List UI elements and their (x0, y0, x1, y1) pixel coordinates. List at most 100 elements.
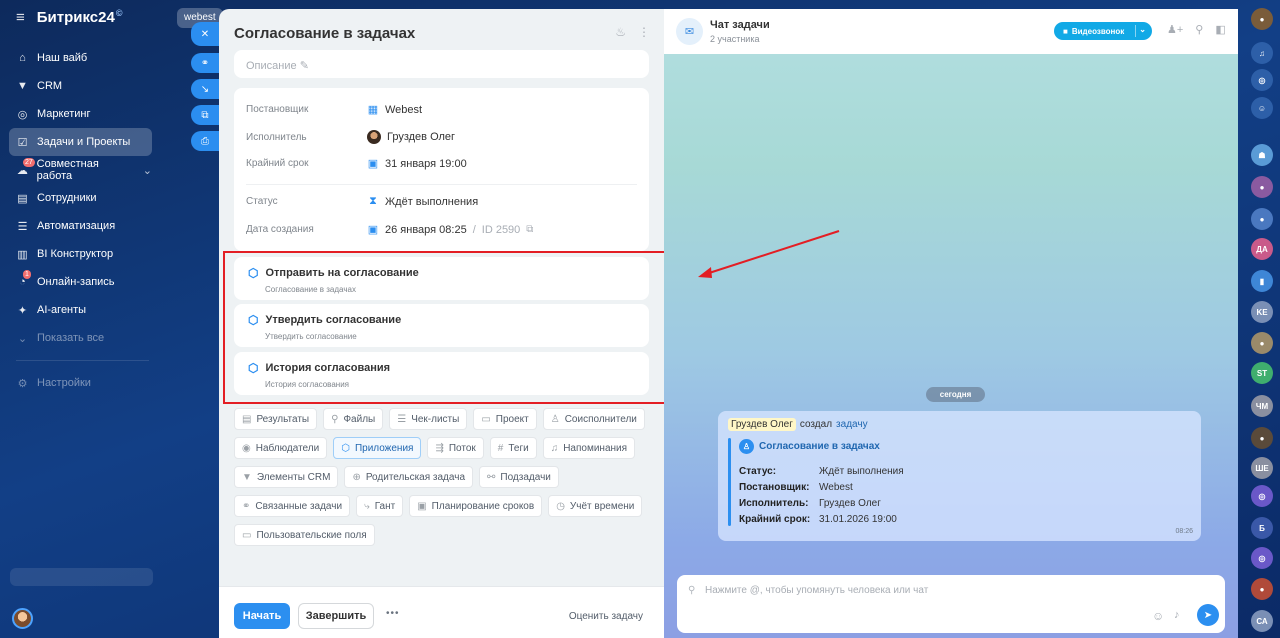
avatar-button[interactable]: ● (1251, 427, 1273, 449)
nav-item[interactable]: ☁ Совместная работа 27 ⌄ (9, 156, 152, 184)
avatar-button[interactable]: ● (1251, 578, 1273, 600)
brand-logo[interactable]: Битрикс24© (37, 8, 123, 26)
chip-results[interactable]: ▤ Результаты (234, 408, 318, 430)
rate-task-link[interactable]: Оценить задачу (569, 611, 643, 622)
chip-coexecutors[interactable]: ♙ Соисполнители (542, 408, 645, 430)
chip-time-tracking[interactable]: ◷ Учёт времени (548, 495, 643, 517)
group-chat-button[interactable]: ☗ (1251, 144, 1273, 166)
employees-icon: ▤ (17, 192, 28, 205)
chip-related-tasks[interactable]: ⚭ Связанные задачи (234, 495, 351, 517)
nav-item-label: Сотрудники (37, 192, 97, 204)
nav-item[interactable]: ⌄ Показать все (9, 324, 152, 352)
copilot-icon: ◎ (1258, 553, 1266, 563)
print-button[interactable]: ⎙ (191, 131, 219, 151)
person-icon: ♙ (550, 413, 560, 425)
chip-gantt[interactable]: ⤷ Гант (356, 495, 404, 517)
list-icon: ☰ (397, 413, 407, 425)
recent-chat-avatar[interactable]: ЧМ (1251, 395, 1273, 417)
nav-item-label: Настройки (37, 377, 91, 389)
nav-item[interactable]: ▼ CRM (9, 72, 152, 100)
annotation-arrow (698, 230, 840, 278)
chip-files[interactable]: ⚲ Файлы (323, 408, 384, 430)
avatar-button[interactable]: ● (1251, 332, 1273, 354)
chip-reminders[interactable]: ♫ Напоминания (542, 437, 636, 459)
nav-item[interactable]: ▥ BI Конструктор (9, 240, 152, 268)
copilot-button[interactable]: ◎ (1251, 485, 1273, 507)
chip-crm[interactable]: ▼ Элементы CRM (234, 466, 339, 488)
chip-observers[interactable]: ◉ Наблюдатели (234, 437, 328, 459)
message-task-link[interactable]: задачу (836, 419, 868, 430)
chevron-down-icon[interactable]: ⌄ (143, 164, 152, 177)
more-actions-button[interactable]: ••• (386, 608, 400, 619)
emoji-icon[interactable]: ☺ (1152, 609, 1164, 623)
start-button[interactable]: Начать (234, 603, 290, 629)
form-icon: ▭ (242, 529, 252, 541)
bell-button[interactable]: ♫ (1251, 42, 1273, 64)
quote-bar (728, 438, 731, 526)
finish-button[interactable]: Завершить (298, 603, 374, 629)
chat-button[interactable]: ☺ (1251, 97, 1273, 119)
assignee-avatar (367, 130, 381, 144)
close-slider-button[interactable]: ✕ (191, 22, 219, 46)
creator-value[interactable]: ▦ Webest (367, 103, 422, 117)
nav-item[interactable]: ☰ Автоматизация (9, 212, 152, 240)
deadline-row: Крайний срок ▣ 31 января 19:00 (246, 157, 467, 171)
recent-chat-avatar[interactable]: СА (1251, 610, 1273, 632)
paperclip-icon[interactable]: ⚲ (688, 585, 695, 596)
nav-item[interactable]: ⌂ Наш вайб (9, 44, 152, 72)
nav-item[interactable]: ☑ Задачи и Проекты (9, 128, 152, 156)
copilot-button[interactable]: ◎ (1251, 69, 1273, 91)
task-title[interactable]: Согласование в задачах (234, 25, 415, 42)
chip-apps[interactable]: ⬡ Приложения (333, 437, 422, 459)
nav-item[interactable]: ▤ Сотрудники (9, 184, 152, 212)
send-button[interactable]: ➤ (1197, 604, 1219, 626)
message-input[interactable]: ⚲ Нажмите @, чтобы упомянуть человека ил… (677, 575, 1225, 633)
chip-custom-fields[interactable]: ▭ Пользовательские поля (234, 524, 375, 546)
nav-item-label: Онлайн-запись (37, 276, 115, 288)
chip-subtasks[interactable]: ⚯ Подзадачи (479, 466, 559, 488)
parent-task-icon: ⊕ (352, 471, 361, 483)
message-task-title[interactable]: ♙ Согласование в задачах (739, 439, 880, 454)
nav-item[interactable]: ✦ AI-агенты (9, 296, 152, 324)
nav-item-label: Наш вайб (37, 52, 88, 64)
hamburger-icon[interactable]: ≡ (16, 9, 25, 26)
more-vertical-icon[interactable]: ⋮ (638, 25, 650, 39)
chip-tags[interactable]: # Теги (489, 437, 537, 459)
recent-chat-avatar[interactable]: Б (1251, 517, 1273, 539)
bell-icon: ♫ (1259, 48, 1265, 58)
chip-parent-task[interactable]: ⊕ Родительская задача (344, 466, 474, 488)
user-avatar-button[interactable]: ● (1251, 8, 1273, 30)
current-user-avatar[interactable] (12, 608, 33, 629)
recent-chat-avatar[interactable]: ДА (1251, 238, 1273, 260)
avatar-button[interactable]: ● (1251, 176, 1273, 198)
description-field[interactable]: Описание ✎ (234, 50, 649, 78)
clock-icon: ◷ (556, 500, 565, 512)
nav-bottom-widget[interactable] (10, 568, 153, 586)
deadline-value[interactable]: ▣ 31 января 19:00 (367, 157, 467, 171)
assignee-value[interactable]: Груздев Олег (367, 130, 455, 144)
calendar-icon: ▣ (417, 500, 427, 512)
bookmark-button[interactable]: ▮ (1251, 270, 1273, 292)
copy-icon[interactable]: ⧉ (526, 224, 533, 235)
recent-chat-avatar[interactable]: ST (1251, 362, 1273, 384)
counter-badge: 1 (23, 270, 31, 279)
chip-checklists[interactable]: ☰ Чек-листы (389, 408, 468, 430)
nav-item[interactable]: ◔ Онлайн-запись 1 (9, 268, 152, 296)
flame-icon[interactable]: ♨ (615, 25, 626, 39)
chip-flow[interactable]: ⇶ Поток (427, 437, 484, 459)
nav-item[interactable]: ⚙ Настройки (9, 369, 152, 397)
system-message: Груздев Олег создал задачу ♙ Согласовани… (718, 411, 1201, 541)
copilot-button[interactable]: ◎ (1251, 547, 1273, 569)
open-new-window-button[interactable]: ⧉ (191, 105, 219, 125)
microphone-icon[interactable]: ♪ (1174, 609, 1180, 621)
message-author[interactable]: Груздев Олег (728, 418, 796, 431)
recent-chat-avatar[interactable]: ШЕ (1251, 457, 1273, 479)
copy-link-button[interactable]: ⚭ (191, 53, 219, 73)
chip-planning[interactable]: ▣ Планирование сроков (409, 495, 543, 517)
avatar-button[interactable]: ● (1251, 208, 1273, 230)
minimize-button[interactable]: ↘ (191, 79, 219, 99)
settings-icon: ⚙ (17, 377, 28, 390)
chip-project[interactable]: ▭ Проект (473, 408, 537, 430)
recent-chat-avatar[interactable]: KE (1251, 301, 1273, 323)
nav-item[interactable]: ◎ Маркетинг (9, 100, 152, 128)
